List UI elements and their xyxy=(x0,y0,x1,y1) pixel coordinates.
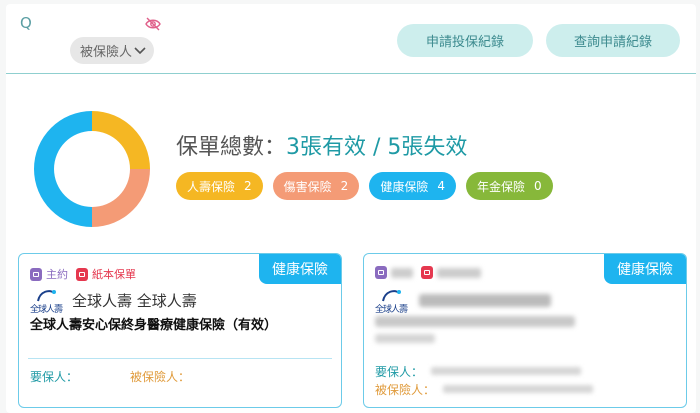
tag-annuity-label: 年金保險 xyxy=(476,179,525,194)
paper-policy-label: 紙本保單 xyxy=(92,268,136,281)
company-name: 全球人壽 全球人壽 xyxy=(72,291,197,310)
tag-life-label: 人壽保險 xyxy=(187,179,236,194)
tag-life[interactable]: 人壽保險 2 xyxy=(176,172,263,200)
card-type-label: 健康保險 xyxy=(259,254,341,284)
card-badges xyxy=(375,266,489,279)
tag-health[interactable]: 健康保險 4 xyxy=(369,172,456,200)
document-icon xyxy=(30,267,42,281)
blurred-insured-value xyxy=(443,385,594,393)
blurred-badge-text xyxy=(391,267,413,278)
chevron-down-icon xyxy=(134,45,146,55)
company-row: 全球人壽 xyxy=(375,287,551,315)
policy-summary: 保單總數：3張有效 / 5張失效 xyxy=(176,129,467,161)
blurred-product-name xyxy=(375,316,575,327)
insured-label: 被保險人： xyxy=(375,382,436,397)
summary-inactive: 5張失效 xyxy=(387,135,468,160)
logo-text: 全球人壽 xyxy=(375,305,408,315)
tag-health-count: 4 xyxy=(437,179,445,193)
product-name: 全球人壽安心保終身醫療健康保險（有效） xyxy=(30,318,278,333)
summary-prefix: 保單總數： xyxy=(176,135,287,160)
persons-row: 要保人： 被保險人： xyxy=(30,368,190,385)
card-badges: 主約 紙本保單 xyxy=(30,266,144,282)
query-record-button[interactable]: 查詢申請紀錄 xyxy=(546,24,680,57)
persons-block: 要保人： 被保險人： xyxy=(375,362,594,398)
insured-dropdown[interactable]: 被保險人 xyxy=(70,37,154,64)
company-logo: 全球人壽 xyxy=(375,287,411,315)
policy-card[interactable]: 健康保險 全球人壽 要保人： 被保險人： xyxy=(363,253,687,408)
apply-record-button[interactable]: 申請投保紀錄 xyxy=(397,24,533,57)
paper-icon xyxy=(76,267,88,281)
company-logo: 全球人壽 xyxy=(30,287,66,315)
summary-active: 3張有效 xyxy=(286,135,367,160)
insured-dropdown-label: 被保險人 xyxy=(80,45,133,60)
policy-card[interactable]: 健康保險 主約 紙本保單 全球人壽 全球人壽 全球人壽 全球人壽安心保終身醫療健… xyxy=(18,253,342,408)
policy-donut-chart xyxy=(34,111,150,227)
paper-policy-badge: 紙本保單 xyxy=(76,266,136,282)
holder-label: 要保人： xyxy=(375,364,424,379)
main-contract-label: 主約 xyxy=(46,268,68,281)
summary-separator: / xyxy=(366,135,388,160)
search-bar: Q xyxy=(20,14,162,32)
hide-eye-icon[interactable] xyxy=(144,16,162,31)
header-divider xyxy=(6,73,696,74)
document-icon xyxy=(375,266,387,279)
main-contract-badge xyxy=(375,266,413,279)
holder-label: 要保人： xyxy=(30,370,79,384)
tag-injury-label: 傷害保險 xyxy=(283,179,332,194)
blurred-company-name xyxy=(419,293,551,307)
search-icon[interactable]: Q xyxy=(20,14,34,32)
donut-slice xyxy=(34,111,92,227)
search-input[interactable] xyxy=(34,14,144,32)
donut-slice xyxy=(92,111,150,169)
main-contract-badge: 主約 xyxy=(30,266,68,282)
blurred-holder-value xyxy=(431,367,582,375)
category-tags: 人壽保險 2 傷害保險 2 健康保險 4 年金保險 0 xyxy=(176,172,563,200)
insured-label: 被保險人： xyxy=(130,370,191,384)
paper-policy-badge xyxy=(421,266,481,279)
tag-annuity[interactable]: 年金保險 0 xyxy=(465,172,553,200)
card-type-label: 健康保險 xyxy=(604,254,686,284)
company-row: 全球人壽 全球人壽 全球人壽 xyxy=(30,287,197,315)
tag-life-count: 2 xyxy=(244,179,252,193)
tag-injury[interactable]: 傷害保險 2 xyxy=(272,172,360,200)
policy-panel: Q 被保險人 申請投保紀錄 查詢申請紀錄 保單總數：3張有效 / 5張失效 人壽… xyxy=(6,4,696,413)
tag-injury-count: 2 xyxy=(340,179,349,193)
blurred-product-detail xyxy=(375,334,435,343)
tag-annuity-count: 0 xyxy=(533,179,542,193)
donut-slice xyxy=(92,169,150,227)
blurred-badge-text xyxy=(437,267,481,278)
tag-health-label: 健康保險 xyxy=(380,179,429,194)
card-divider xyxy=(28,358,332,359)
paper-icon xyxy=(421,266,433,279)
